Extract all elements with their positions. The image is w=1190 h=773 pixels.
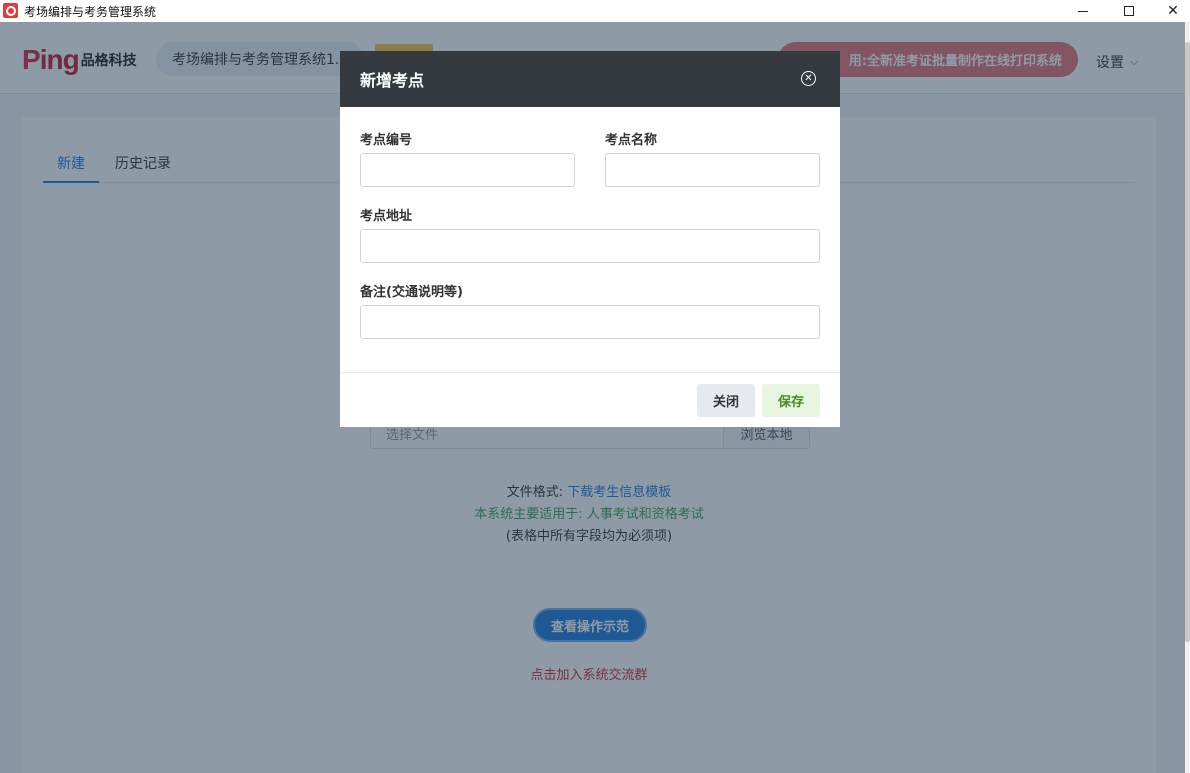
scrollbar[interactable] — [1185, 22, 1190, 773]
modal-header: 新增考点 ✕ — [340, 51, 840, 107]
site-code-label: 考点编号 — [360, 133, 413, 148]
site-note-label: 备注(交通说明等) — [360, 285, 463, 300]
site-code-input[interactable] — [360, 153, 575, 187]
app-icon — [3, 3, 18, 18]
modal-close-icon[interactable]: ✕ — [801, 71, 816, 86]
add-site-modal: 新增考点 ✕ 考点编号 考点名称 考点地址 备注(交通说明等) 关闭 保存 — [340, 51, 840, 427]
site-name-input[interactable] — [605, 153, 820, 187]
minimize-icon — [1078, 10, 1088, 12]
site-address-input[interactable] — [360, 229, 820, 263]
save-button[interactable]: 保存 — [762, 384, 820, 417]
modal-footer: 关闭 保存 — [340, 372, 840, 427]
site-name-label: 考点名称 — [605, 133, 658, 148]
site-address-label: 考点地址 — [360, 209, 413, 224]
modal-title: 新增考点 — [360, 71, 425, 90]
window-title: 考场编排与考务管理系统 — [24, 5, 157, 19]
maximize-icon — [1124, 6, 1134, 16]
window-titlebar: 考场编排与考务管理系统 ✕ — [0, 0, 1190, 22]
scrollbar-thumb[interactable] — [1185, 42, 1190, 642]
close-icon: ✕ — [1167, 3, 1179, 19]
minimize-button[interactable] — [1060, 0, 1106, 22]
close-button[interactable]: 关闭 — [697, 384, 755, 417]
site-note-input[interactable] — [360, 305, 820, 339]
maximize-button[interactable] — [1106, 0, 1152, 22]
window-close-button[interactable]: ✕ — [1150, 0, 1190, 22]
